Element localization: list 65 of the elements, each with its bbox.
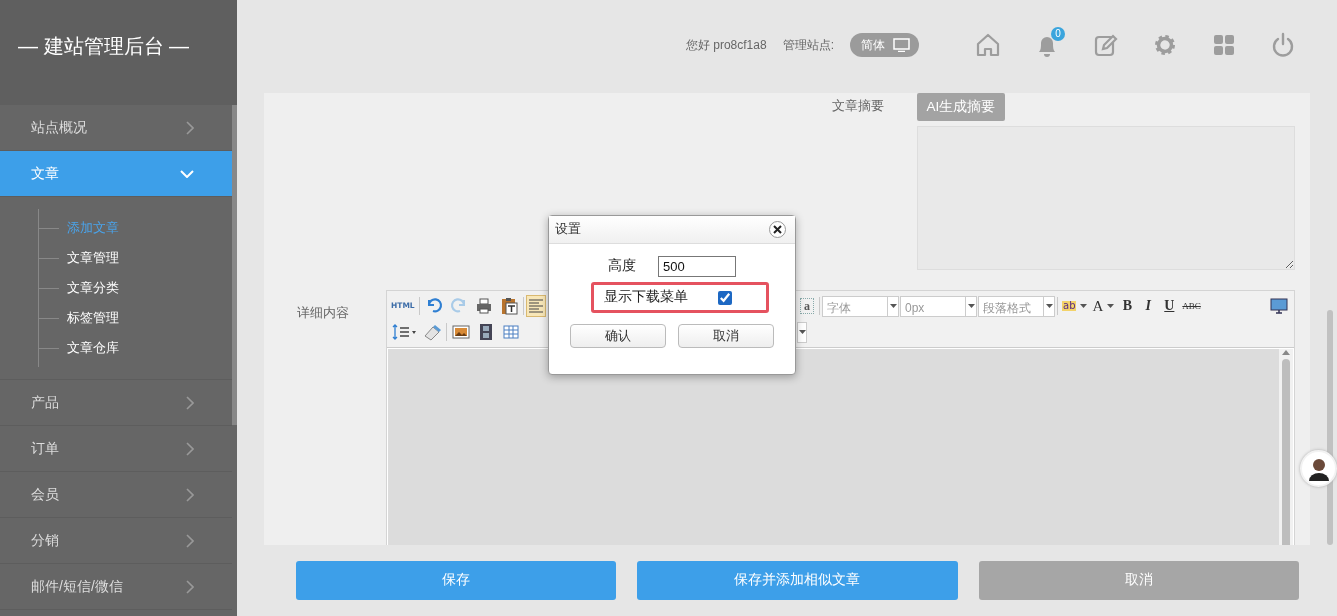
sidebar-scrollbar[interactable] xyxy=(232,105,237,425)
chevron-right-icon xyxy=(186,533,194,548)
chevron-right-icon xyxy=(186,395,194,410)
ai-summary-button[interactable]: AI生成摘要 xyxy=(917,93,1005,121)
caret-icon xyxy=(967,304,975,308)
highlight-button[interactable]: ab xyxy=(1060,295,1090,317)
monitor-icon xyxy=(1270,298,1288,314)
bold-button[interactable]: B xyxy=(1117,295,1138,317)
sidebar-item[interactable]: 文章 xyxy=(0,151,232,197)
sidebar-item[interactable]: 邮件/短信/微信 xyxy=(0,564,232,610)
sidebar-item[interactable]: 会员 xyxy=(0,472,232,518)
caret-icon xyxy=(1080,304,1088,308)
height-field[interactable]: 500 xyxy=(658,256,736,277)
toolbar-dropdown[interactable]: 字体 xyxy=(822,295,899,317)
sidebar-subitem[interactable]: 文章管理 xyxy=(39,243,232,273)
summary-field[interactable] xyxy=(917,126,1295,270)
footer-button[interactable]: 取消 xyxy=(978,561,1299,600)
caret-icon xyxy=(798,330,806,334)
close-icon xyxy=(773,225,782,234)
preview-button[interactable] xyxy=(1268,295,1290,317)
anchor-button[interactable]: a xyxy=(797,295,817,317)
chevron-right-icon xyxy=(186,579,194,594)
greeting-text: 您好 pro8cf1a8 xyxy=(685,37,767,54)
underline-button[interactable]: U xyxy=(1159,295,1180,317)
font-color-button[interactable]: A xyxy=(1090,295,1117,317)
sidebar-subitem[interactable]: 标签管理 xyxy=(39,303,232,333)
eraser-icon xyxy=(422,322,442,342)
footer-button[interactable]: 保存 xyxy=(296,561,617,600)
chevron-down-icon xyxy=(180,169,194,178)
chevron-right-icon xyxy=(186,487,194,502)
strikethrough-button[interactable]: ABC xyxy=(1180,295,1203,317)
table-icon xyxy=(501,322,521,342)
cancel-button[interactable]: 取消 xyxy=(678,324,774,348)
field-label: 详细内容 xyxy=(296,304,350,322)
chevron-right-icon xyxy=(186,120,194,135)
italic-button[interactable]: I xyxy=(1138,295,1159,317)
caret-icon xyxy=(1107,304,1115,308)
line-spacing-icon xyxy=(391,322,417,342)
home-icon[interactable] xyxy=(974,31,1002,59)
caret-icon xyxy=(1045,304,1053,308)
field-label: 文章摘要 xyxy=(832,97,884,116)
person-icon xyxy=(1307,456,1330,481)
image-icon xyxy=(451,322,471,342)
app-title: — 建站管理后台 — xyxy=(18,33,190,59)
sidebar-item[interactable]: 分销 xyxy=(0,518,232,564)
sidebar-item[interactable]: 订单 xyxy=(0,426,232,472)
toolbar-dropdown[interactable]: 0px xyxy=(900,295,977,317)
download-menu-checkbox[interactable] xyxy=(718,290,732,305)
align-left-icon xyxy=(527,298,544,314)
download-menu-label: 显示下载菜单 xyxy=(604,288,688,307)
close-button[interactable] xyxy=(769,221,786,238)
site-label: 管理站点: xyxy=(782,37,834,54)
language-button[interactable]: 简体 xyxy=(850,33,919,57)
chevron-right-icon xyxy=(186,441,194,456)
notification-badge: 0 xyxy=(1051,27,1065,41)
toolbar-dropdown[interactable]: 段落格式 xyxy=(978,295,1055,317)
height-label: 高度 xyxy=(608,257,636,276)
confirm-button[interactable]: 确认 xyxy=(570,324,666,348)
caret-icon xyxy=(889,304,897,308)
dialog-title: 设置 xyxy=(555,221,581,239)
footer-button[interactable]: 保存并添加相似文章 xyxy=(637,561,958,600)
monitor-icon xyxy=(893,38,910,52)
sidebar-subitem[interactable]: 文章分类 xyxy=(39,273,232,303)
align-left-button[interactable] xyxy=(525,295,546,317)
sidebar-subitem[interactable]: 文章仓库 xyxy=(39,333,232,363)
